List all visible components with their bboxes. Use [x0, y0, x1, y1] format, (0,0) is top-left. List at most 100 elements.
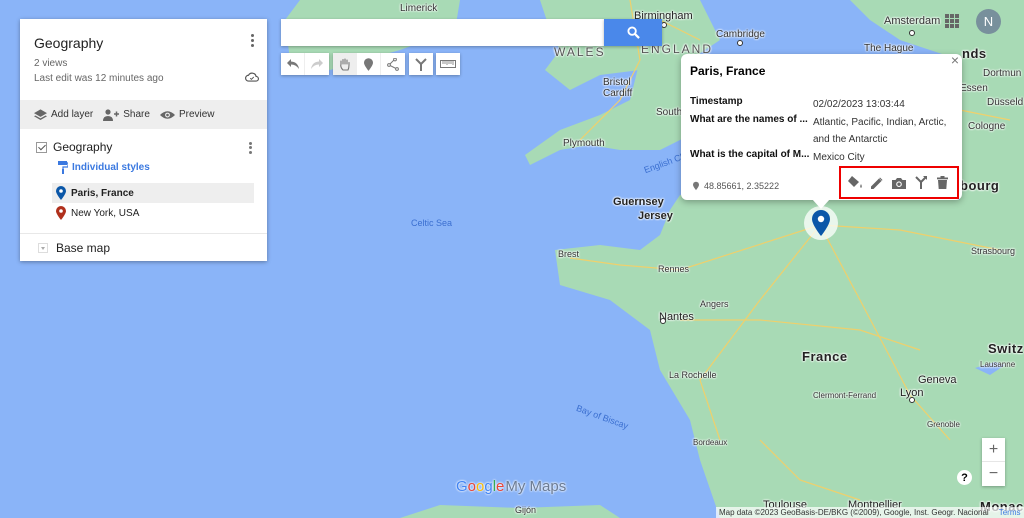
map-label-geneva: Geneva — [918, 374, 957, 386]
draw-line-tool[interactable] — [381, 53, 405, 75]
map-label-brest: Brest — [558, 249, 580, 259]
close-info-button[interactable]: × — [951, 52, 959, 68]
individual-styles-link[interactable]: Individual styles — [58, 161, 150, 174]
layer-options-menu[interactable] — [247, 140, 253, 156]
search-input[interactable] — [281, 19, 604, 46]
info-row-value: 02/02/2023 13:03:44 — [813, 99, 905, 110]
map-label-luxembourg: bourg — [960, 178, 1000, 193]
select-items-tool[interactable] — [333, 53, 357, 75]
map-label-amsterdam: Amsterdam — [884, 15, 941, 27]
zoom-in-button[interactable]: + — [982, 438, 1005, 462]
layers-icon — [34, 108, 47, 120]
add-person-icon — [103, 108, 120, 121]
redo-icon — [311, 59, 323, 69]
add-marker-tool[interactable] — [357, 53, 381, 75]
share-button[interactable]: Share — [103, 108, 150, 121]
trash-icon — [936, 176, 948, 189]
last-edit-status: Last edit was 12 minutes ago — [34, 73, 164, 84]
feature-label: Paris, France — [71, 187, 134, 199]
user-avatar[interactable]: N — [976, 9, 1001, 34]
map-label-strasbourg: Strasbourg — [971, 246, 1016, 256]
expand-arrow-icon — [38, 243, 48, 253]
map-label-celtic-sea: Celtic Sea — [411, 218, 453, 228]
view-count: 2 views — [34, 58, 68, 69]
info-row-value: Mexico City — [813, 152, 865, 163]
map-label-dusseldorf: Düsseld — [987, 97, 1024, 108]
map-label-guernsey: Guernsey — [613, 196, 664, 208]
map-label-jersey: Jersey — [638, 210, 673, 222]
style-button[interactable] — [848, 175, 864, 191]
map-label-la-rochelle: La Rochelle — [669, 370, 717, 380]
draw-line-icon — [387, 57, 399, 71]
layer-name[interactable]: Geography — [53, 140, 112, 154]
map-attribution: Map data ©2023 GeoBasis-DE/BKG (©2009), … — [716, 507, 1024, 518]
info-row: What is the capital of M... Mexico City — [690, 149, 958, 166]
coordinates: 48.85661, 2.35222 — [693, 181, 779, 191]
city-dot — [660, 318, 666, 324]
info-row: Timestamp 02/02/2023 13:03:44 — [690, 96, 958, 113]
map-label-wales: WALES — [554, 45, 606, 59]
layer-header: Geography — [36, 140, 112, 154]
measure-group — [436, 53, 460, 75]
delete-button[interactable] — [934, 175, 950, 191]
map-label-bordeaux: Bordeaux — [693, 438, 728, 447]
preview-button[interactable]: Preview — [159, 109, 215, 120]
camera-icon — [891, 177, 906, 189]
info-row: What are the names of ... Atlantic, Paci… — [690, 114, 958, 148]
feature-item-new-york[interactable]: New York, USA — [52, 203, 254, 223]
info-row-key: What is the capital of M... — [690, 149, 810, 160]
marker-icon — [364, 57, 373, 71]
base-map-label: Base map — [56, 241, 111, 255]
map-details-panel: Geography 2 views Last edit was 12 minut… — [20, 19, 267, 261]
layer-visibility-checkbox[interactable] — [36, 141, 47, 153]
coordinates-text: 48.85661, 2.35222 — [704, 181, 780, 191]
directions-group — [409, 53, 433, 75]
location-pin-icon — [693, 181, 699, 191]
add-layer-button[interactable]: Add layer — [34, 108, 93, 121]
map-label-bristol: Bristol — [603, 77, 631, 88]
map-label-angers: Angers — [700, 299, 729, 309]
map-label-the-hague: The Hague — [864, 43, 914, 54]
help-button[interactable]: ? — [957, 470, 972, 485]
info-row-value: Atlantic, Pacific, Indian, Arctic, and t… — [813, 117, 947, 145]
info-row-key: Timestamp — [690, 96, 743, 107]
undo-redo-group — [281, 53, 329, 75]
paint-bucket-icon — [848, 176, 863, 188]
map-label-lausanne: Lausanne — [980, 360, 1016, 369]
edit-button[interactable] — [869, 175, 885, 191]
terms-link[interactable]: Terms — [999, 508, 1021, 517]
city-dot — [909, 30, 915, 36]
mymaps-wordmark: My Maps — [505, 478, 567, 495]
hand-icon — [339, 57, 350, 71]
zoom-controls: + − — [982, 438, 1005, 486]
redo-button[interactable] — [305, 53, 329, 75]
map-label-cambridge: Cambridge — [716, 29, 765, 40]
paris-marker[interactable] — [812, 210, 830, 236]
add-photo-button[interactable] — [891, 175, 907, 191]
directions-button[interactable] — [913, 175, 929, 191]
map-label-cardiff: Cardiff — [603, 88, 633, 99]
search-button[interactable] — [604, 19, 662, 46]
feature-actions-highlight — [839, 166, 959, 199]
map-title[interactable]: Geography — [34, 35, 103, 51]
map-label-essen: Essen — [960, 83, 988, 94]
undo-button[interactable] — [281, 53, 305, 75]
paint-roller-icon — [58, 161, 68, 174]
feature-label: New York, USA — [71, 207, 140, 219]
undo-icon — [286, 59, 299, 69]
map-label-rennes: Rennes — [658, 264, 690, 274]
map-label-netherlands: nds — [962, 46, 987, 61]
apps-grid-button[interactable] — [945, 14, 959, 28]
google-my-maps-logo: GoogleMy Maps — [456, 478, 566, 495]
map-label-dortmund: Dortmun — [983, 68, 1022, 79]
map-label-france: France — [802, 349, 848, 364]
measure-tool[interactable] — [436, 53, 460, 75]
map-label-plymouth: Plymouth — [563, 138, 605, 149]
zoom-out-button[interactable]: − — [982, 462, 1005, 486]
feature-item-paris[interactable]: Paris, France — [52, 183, 254, 203]
add-directions-tool[interactable] — [409, 53, 433, 75]
map-options-menu[interactable] — [247, 32, 257, 50]
feature-info-window: × Paris, France Timestamp 02/02/2023 13:… — [681, 52, 962, 209]
base-map-toggle[interactable]: Base map — [38, 241, 110, 255]
attribution-text: Map data ©2023 GeoBasis-DE/BKG (©2009), … — [719, 508, 989, 517]
